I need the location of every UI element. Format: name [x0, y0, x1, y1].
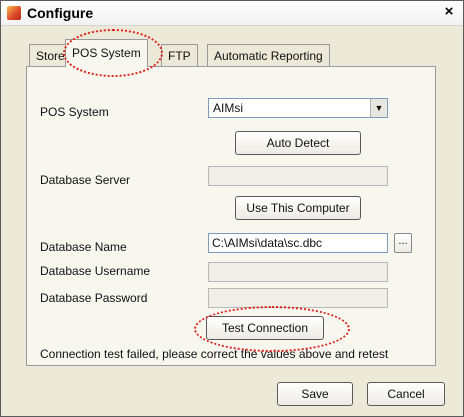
configure-app-icon: [7, 6, 21, 20]
tab-ftp[interactable]: FTP: [161, 44, 198, 66]
test-connection-button[interactable]: Test Connection: [206, 316, 324, 340]
connection-status-message: Connection test failed, please correct t…: [40, 347, 389, 361]
cancel-button[interactable]: Cancel: [367, 382, 445, 406]
database-server-field[interactable]: [208, 166, 388, 186]
database-name-label: Database Name: [40, 240, 127, 254]
database-name-field[interactable]: C:\AIMsi\data\sc.dbc: [208, 233, 388, 253]
use-this-computer-button[interactable]: Use This Computer: [235, 196, 361, 220]
pos-system-select-value: AIMsi: [213, 101, 243, 115]
tab-pos-system[interactable]: POS System: [65, 39, 148, 67]
database-username-label: Database Username: [40, 264, 151, 278]
pos-system-label: POS System: [40, 105, 109, 119]
title-bar[interactable]: Configure ×: [1, 1, 463, 26]
window-title: Configure: [27, 5, 94, 21]
pos-system-select[interactable]: AIMsi ▼: [208, 98, 388, 118]
configure-window: Configure × Store POS System FTP Automat…: [0, 0, 464, 417]
chevron-down-icon[interactable]: ▼: [370, 99, 387, 117]
database-password-label: Database Password: [40, 291, 148, 305]
auto-detect-button[interactable]: Auto Detect: [235, 131, 361, 155]
browse-button[interactable]: ...: [394, 233, 412, 253]
tab-automatic-reporting[interactable]: Automatic Reporting: [207, 44, 330, 66]
database-server-label: Database Server: [40, 173, 131, 187]
close-button[interactable]: ×: [441, 4, 457, 20]
database-username-field[interactable]: [208, 262, 388, 282]
database-password-field[interactable]: [208, 288, 388, 308]
save-button[interactable]: Save: [277, 382, 353, 406]
